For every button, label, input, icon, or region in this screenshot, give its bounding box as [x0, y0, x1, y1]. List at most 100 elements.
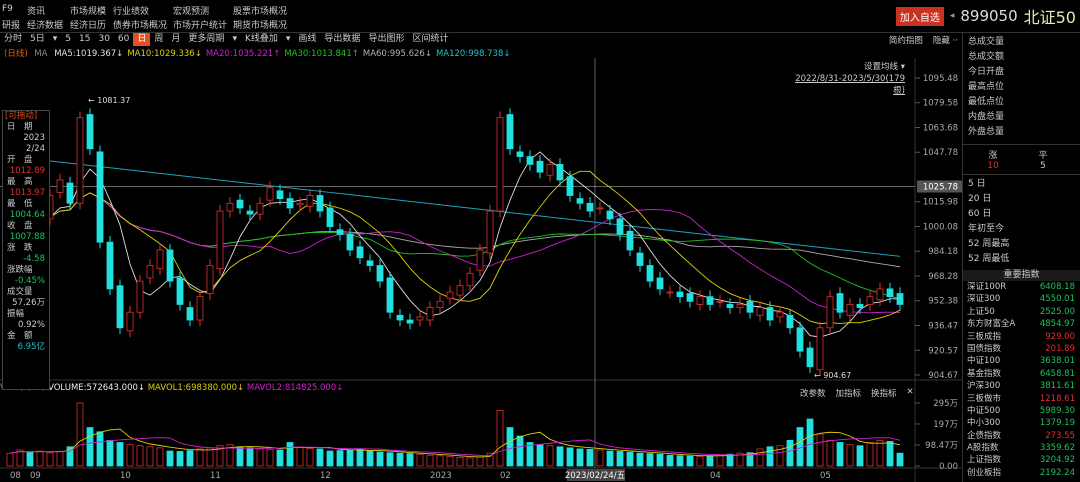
volume-bar	[826, 439, 834, 467]
toolbar-item[interactable]: 导出数据	[320, 33, 364, 46]
toolbar-item[interactable]: 导出图形	[364, 33, 408, 46]
info-box[interactable]: [可拖动] 日 期 2023 2/24 开 盘 1012.89 最 高 1013.97 最 低…	[2, 110, 50, 390]
menu-industry[interactable]: 行业绩效	[113, 4, 149, 17]
volume-bar	[446, 455, 454, 467]
toolbar-right: 简约指图 隐藏 ··	[889, 34, 958, 46]
info-row: 0.92%	[17, 320, 45, 330]
index-value: 929.00	[1045, 331, 1075, 342]
menu-research[interactable]: 研报	[2, 18, 20, 31]
info-row: 2023	[23, 133, 45, 143]
index-row[interactable]: 上证指数 3204.92	[963, 454, 1080, 466]
add-indicator-button[interactable]: 加指标	[836, 387, 862, 399]
toolbar-item[interactable]: 60	[114, 33, 133, 46]
volume-bar	[236, 446, 244, 467]
set-ma-button[interactable]: 设置均线 ▾	[785, 60, 905, 72]
toolbar-item[interactable]: 日	[133, 33, 151, 46]
index-row[interactable]: 深证300 4550.01	[963, 293, 1080, 305]
index-row[interactable]: 上证50 2525.00	[963, 306, 1080, 318]
toolbar-item[interactable]: K线叠加	[241, 33, 282, 46]
index-name: 深证300	[967, 294, 1001, 305]
candle-body	[56, 179, 64, 193]
menu-account-stats[interactable]: 市场开户统计	[173, 18, 227, 31]
toolbar-item[interactable]: 更多周期	[184, 33, 228, 46]
volume-bar	[456, 457, 464, 467]
volume-bar	[176, 451, 184, 467]
index-row[interactable]: 中小300 1379.19	[963, 417, 1080, 429]
volume-bar	[586, 448, 594, 467]
toolbar-item[interactable]: 15	[75, 33, 94, 46]
index-row[interactable]: 国债指数 201.89	[963, 343, 1080, 355]
index-value: 3811.61	[1039, 381, 1075, 392]
menu-market-size[interactable]: 市场规模	[70, 4, 106, 17]
menu-futures-market[interactable]: 期货市场概况	[233, 18, 287, 31]
index-row[interactable]: 三板成指 929.00	[963, 331, 1080, 343]
candle-body	[816, 327, 824, 371]
add-watchlist-button[interactable]: 加入自选	[895, 6, 944, 26]
toolbar-item[interactable]: 分时	[0, 33, 26, 46]
price-tick-label: 1015.98	[923, 198, 958, 208]
candle-body	[356, 246, 364, 259]
candle-body	[216, 210, 224, 270]
chart-svg[interactable]: 1095.48 1079.58 1063.68 1047.78 1015.98 1000.…	[0, 58, 962, 482]
date-label: 2023	[430, 471, 452, 481]
prev-arrow-icon[interactable]: ◂	[950, 11, 955, 21]
index-row[interactable]: 中证500 5989.30	[963, 405, 1080, 417]
menu-f9[interactable]: F9	[2, 4, 13, 14]
index-row[interactable]: 三板做市 1218.61	[963, 393, 1080, 405]
index-row[interactable]: 基金指数 6458.81	[963, 368, 1080, 380]
volume-bar	[186, 450, 194, 467]
up-count: 10	[987, 161, 999, 171]
toolbar-item[interactable]: 5日	[26, 33, 49, 46]
index-row[interactable]: 创业板指 2192.24	[963, 467, 1080, 479]
toolbar-item[interactable]: 区间统计	[408, 33, 452, 46]
index-title[interactable]: 重要指数	[963, 270, 1080, 281]
toolbar-item[interactable]: 画线	[294, 33, 320, 46]
hide-button[interactable]: 隐藏 ··	[933, 34, 958, 46]
index-row[interactable]: 沪深300 3811.61	[963, 380, 1080, 392]
info-row: 成交量	[7, 287, 33, 297]
toolbar-item[interactable]: 周	[150, 33, 167, 46]
menu-econ-calendar[interactable]: 经济日历	[70, 18, 106, 31]
candle-body	[306, 195, 314, 207]
toolbar-item[interactable]: 30	[94, 33, 113, 46]
index-row[interactable]: 企债指数 273.55	[963, 430, 1080, 442]
candle-body	[396, 314, 404, 321]
toolbar-item[interactable]: ▾	[228, 33, 241, 46]
vol-tick-label: 197万	[933, 420, 958, 430]
info-row: 最 高	[7, 177, 33, 187]
close-icon[interactable]: ✕	[907, 387, 914, 399]
menu-bond-market[interactable]: 债券市场概况	[113, 18, 167, 31]
info-title[interactable]: [可拖动]	[3, 111, 49, 122]
switch-indicator-button[interactable]: 换指标	[871, 387, 897, 399]
menu-econ-data[interactable]: 经济数据	[27, 18, 63, 31]
index-name: 中证500	[967, 405, 1001, 416]
volume-bar	[376, 451, 384, 467]
index-row[interactable]: 东方财富全A 4854.97	[963, 318, 1080, 330]
volume-bar	[356, 448, 364, 467]
index-value: 1218.61	[1039, 393, 1075, 404]
index-row[interactable]: A股指数 3359.62	[963, 442, 1080, 454]
volume-bar	[86, 427, 94, 467]
candle-body	[446, 291, 454, 299]
candle-body	[616, 218, 624, 235]
index-row[interactable]: 中证100 3638.01	[963, 355, 1080, 367]
index-row[interactable]: 深证100R 6408.18	[963, 281, 1080, 293]
volume-bar	[726, 453, 734, 467]
candle-body	[66, 182, 74, 204]
vol-volume: VOLUME:572643.000↓	[48, 383, 146, 393]
toolbar-item[interactable]: 月	[167, 33, 184, 46]
date-range-link[interactable]: 2022/8/31-2023/5/30(179根)	[785, 74, 905, 96]
toolbar-item[interactable]: ▾	[282, 33, 295, 46]
candle-body	[846, 304, 854, 316]
candle-body	[186, 307, 194, 321]
toolbar-item[interactable]: 5	[61, 33, 75, 46]
up-flat-box: 涨 10 平5	[963, 144, 1080, 174]
menu-stock-market[interactable]: 股票市场概况	[233, 4, 287, 17]
toolbar-item[interactable]: ▾	[49, 33, 62, 46]
menu-news[interactable]: 资讯	[27, 4, 45, 17]
menu-macro[interactable]: 宏观预测	[173, 4, 209, 17]
change-params-button[interactable]: 改参数	[800, 387, 826, 399]
candle-body	[156, 249, 164, 270]
volume-bar	[476, 456, 484, 467]
simple-chart-button[interactable]: 简约指图	[889, 34, 923, 46]
